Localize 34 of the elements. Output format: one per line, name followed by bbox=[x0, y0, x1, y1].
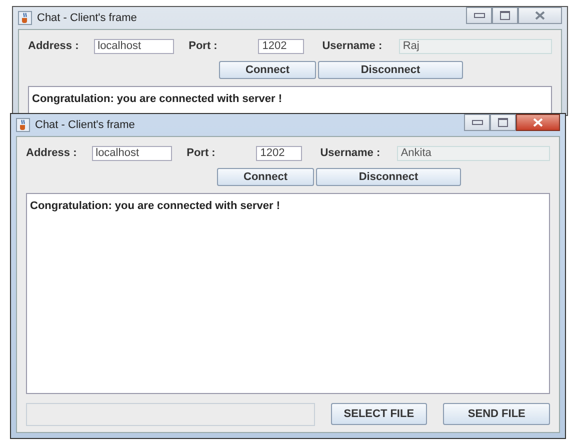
port-label: Port : bbox=[188, 40, 218, 52]
maximize-button[interactable] bbox=[490, 114, 516, 131]
minimize-button[interactable] bbox=[464, 114, 490, 131]
connect-button[interactable]: Connect bbox=[217, 168, 314, 186]
java-cup-icon bbox=[16, 118, 30, 132]
send-file-button[interactable]: SEND FILE bbox=[443, 403, 550, 425]
disconnect-button[interactable]: Disconnect bbox=[316, 168, 461, 186]
java-cup-icon bbox=[18, 11, 32, 25]
disconnect-button[interactable]: Disconnect bbox=[318, 61, 463, 79]
address-label: Address : bbox=[28, 40, 80, 52]
maximize-button[interactable] bbox=[492, 7, 518, 24]
address-field[interactable]: localhost bbox=[92, 146, 172, 160]
message-area[interactable]: Congratulation: you are connected with server ! bbox=[26, 193, 550, 394]
port-field[interactable]: 1202 bbox=[256, 146, 302, 160]
close-icon bbox=[535, 11, 545, 20]
port-label: Port : bbox=[186, 147, 216, 159]
message-text: Congratulation: you are connected with server ! bbox=[32, 93, 282, 105]
address-field[interactable]: localhost bbox=[94, 38, 174, 54]
username-label: Username : bbox=[320, 147, 382, 159]
minimize-button[interactable] bbox=[466, 7, 492, 24]
message-area[interactable]: Congratulation: you are connected with server ! bbox=[28, 86, 552, 115]
window-title: Chat - Client's frame bbox=[35, 119, 135, 131]
username-label: Username : bbox=[322, 40, 384, 52]
username-field[interactable]: Raj bbox=[398, 38, 552, 54]
port-field[interactable]: 1202 bbox=[258, 38, 304, 54]
username-field[interactable]: Ankita bbox=[396, 146, 550, 160]
address-label: Address : bbox=[26, 147, 78, 159]
file-path-field[interactable] bbox=[26, 402, 314, 426]
connect-button[interactable]: Connect bbox=[219, 61, 316, 79]
message-text: Congratulation: you are connected with server ! bbox=[30, 200, 280, 212]
select-file-button[interactable]: SELECT FILE bbox=[330, 403, 428, 425]
close-icon bbox=[533, 118, 543, 127]
window-title: Chat - Client's frame bbox=[37, 12, 137, 24]
close-button[interactable] bbox=[516, 114, 560, 131]
